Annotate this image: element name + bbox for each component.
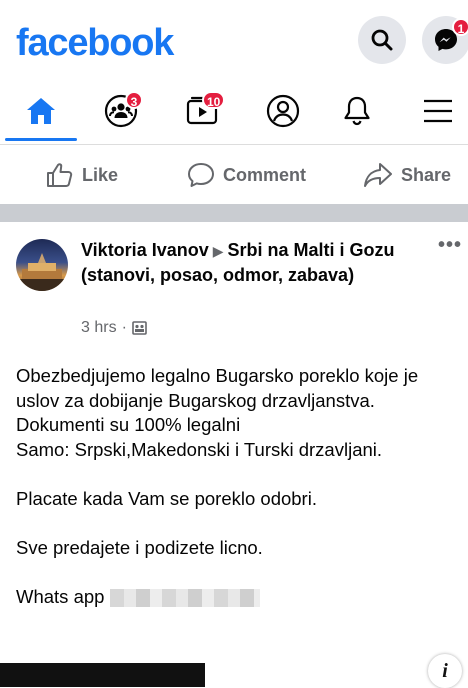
friends-badge: 3 bbox=[125, 91, 143, 109]
meta-dot: · bbox=[121, 319, 127, 336]
thumbs-up-icon bbox=[47, 163, 73, 187]
menu-icon bbox=[424, 99, 452, 123]
group-privacy-icon bbox=[132, 321, 147, 335]
watch-badge: 10 bbox=[202, 91, 226, 109]
profile-icon bbox=[266, 94, 300, 128]
tab-watch[interactable]: 10 bbox=[172, 82, 232, 140]
main-nav: 3 10 bbox=[0, 82, 468, 144]
bell-icon bbox=[344, 96, 370, 126]
post-paragraph-4: Whats app bbox=[16, 585, 466, 610]
share-button[interactable]: Share bbox=[363, 150, 451, 200]
comment-button[interactable]: Comment bbox=[187, 150, 306, 200]
tab-menu[interactable] bbox=[408, 82, 468, 140]
post-time[interactable]: 3 hrs bbox=[81, 319, 117, 337]
search-icon bbox=[371, 29, 393, 51]
post-paragraph-1: Obezbedjujemo legalno Bugarsko poreklo k… bbox=[16, 364, 466, 462]
post-media-preview[interactable] bbox=[0, 663, 205, 687]
post-actions: Like Comment Share bbox=[0, 150, 468, 200]
more-options-icon[interactable]: ••• bbox=[438, 234, 462, 257]
post-body: Obezbedjujemo legalno Bugarsko poreklo k… bbox=[16, 364, 466, 634]
share-label: Share bbox=[401, 164, 452, 185]
messenger-badge: 1 bbox=[452, 18, 468, 36]
avatar-photo bbox=[16, 253, 68, 291]
post-line-2: Dokumenti su 100% legalni bbox=[16, 414, 241, 435]
share-icon bbox=[364, 163, 392, 187]
post-paragraph-2: Placate kada Vam se poreklo odobri. bbox=[16, 487, 317, 509]
active-tab-indicator bbox=[5, 138, 77, 141]
like-label: Like bbox=[82, 164, 119, 185]
author-avatar[interactable] bbox=[16, 239, 68, 291]
post-header: Viktoria Ivanov ▶ Srbi na Malti i Gozu (st… bbox=[81, 238, 403, 287]
search-button[interactable] bbox=[358, 16, 406, 64]
author-name[interactable]: Viktoria Ivanov bbox=[81, 240, 209, 260]
tab-home[interactable] bbox=[11, 82, 71, 140]
top-bar: facebook 1 bbox=[0, 0, 468, 82]
like-button[interactable]: Like bbox=[46, 150, 118, 200]
comment-label: Comment bbox=[223, 164, 307, 185]
facebook-logo[interactable]: facebook bbox=[16, 20, 174, 66]
post-meta: 3 hrs · bbox=[81, 319, 147, 337]
tab-notifications[interactable] bbox=[327, 82, 387, 140]
post-line-1: Obezbedjujemo legalno Bugarsko poreklo k… bbox=[16, 365, 419, 411]
feed-separator bbox=[0, 204, 468, 222]
post-paragraph-3: Sve predajete i podizete licno. bbox=[16, 536, 263, 558]
home-icon bbox=[27, 98, 55, 124]
tab-profile[interactable] bbox=[253, 82, 313, 140]
caret-right-icon: ▶ bbox=[212, 243, 224, 259]
nav-divider bbox=[0, 144, 468, 145]
tab-friends[interactable]: 3 bbox=[91, 82, 151, 140]
whatsapp-label: Whats app bbox=[16, 585, 105, 607]
redacted-phone bbox=[110, 588, 261, 607]
info-icon[interactable]: i bbox=[428, 654, 462, 688]
post-line-3: Samo: Srpski,Makedonski i Turski drzavlj… bbox=[16, 438, 383, 460]
comment-icon bbox=[188, 163, 214, 187]
messenger-button[interactable]: 1 bbox=[422, 16, 468, 64]
